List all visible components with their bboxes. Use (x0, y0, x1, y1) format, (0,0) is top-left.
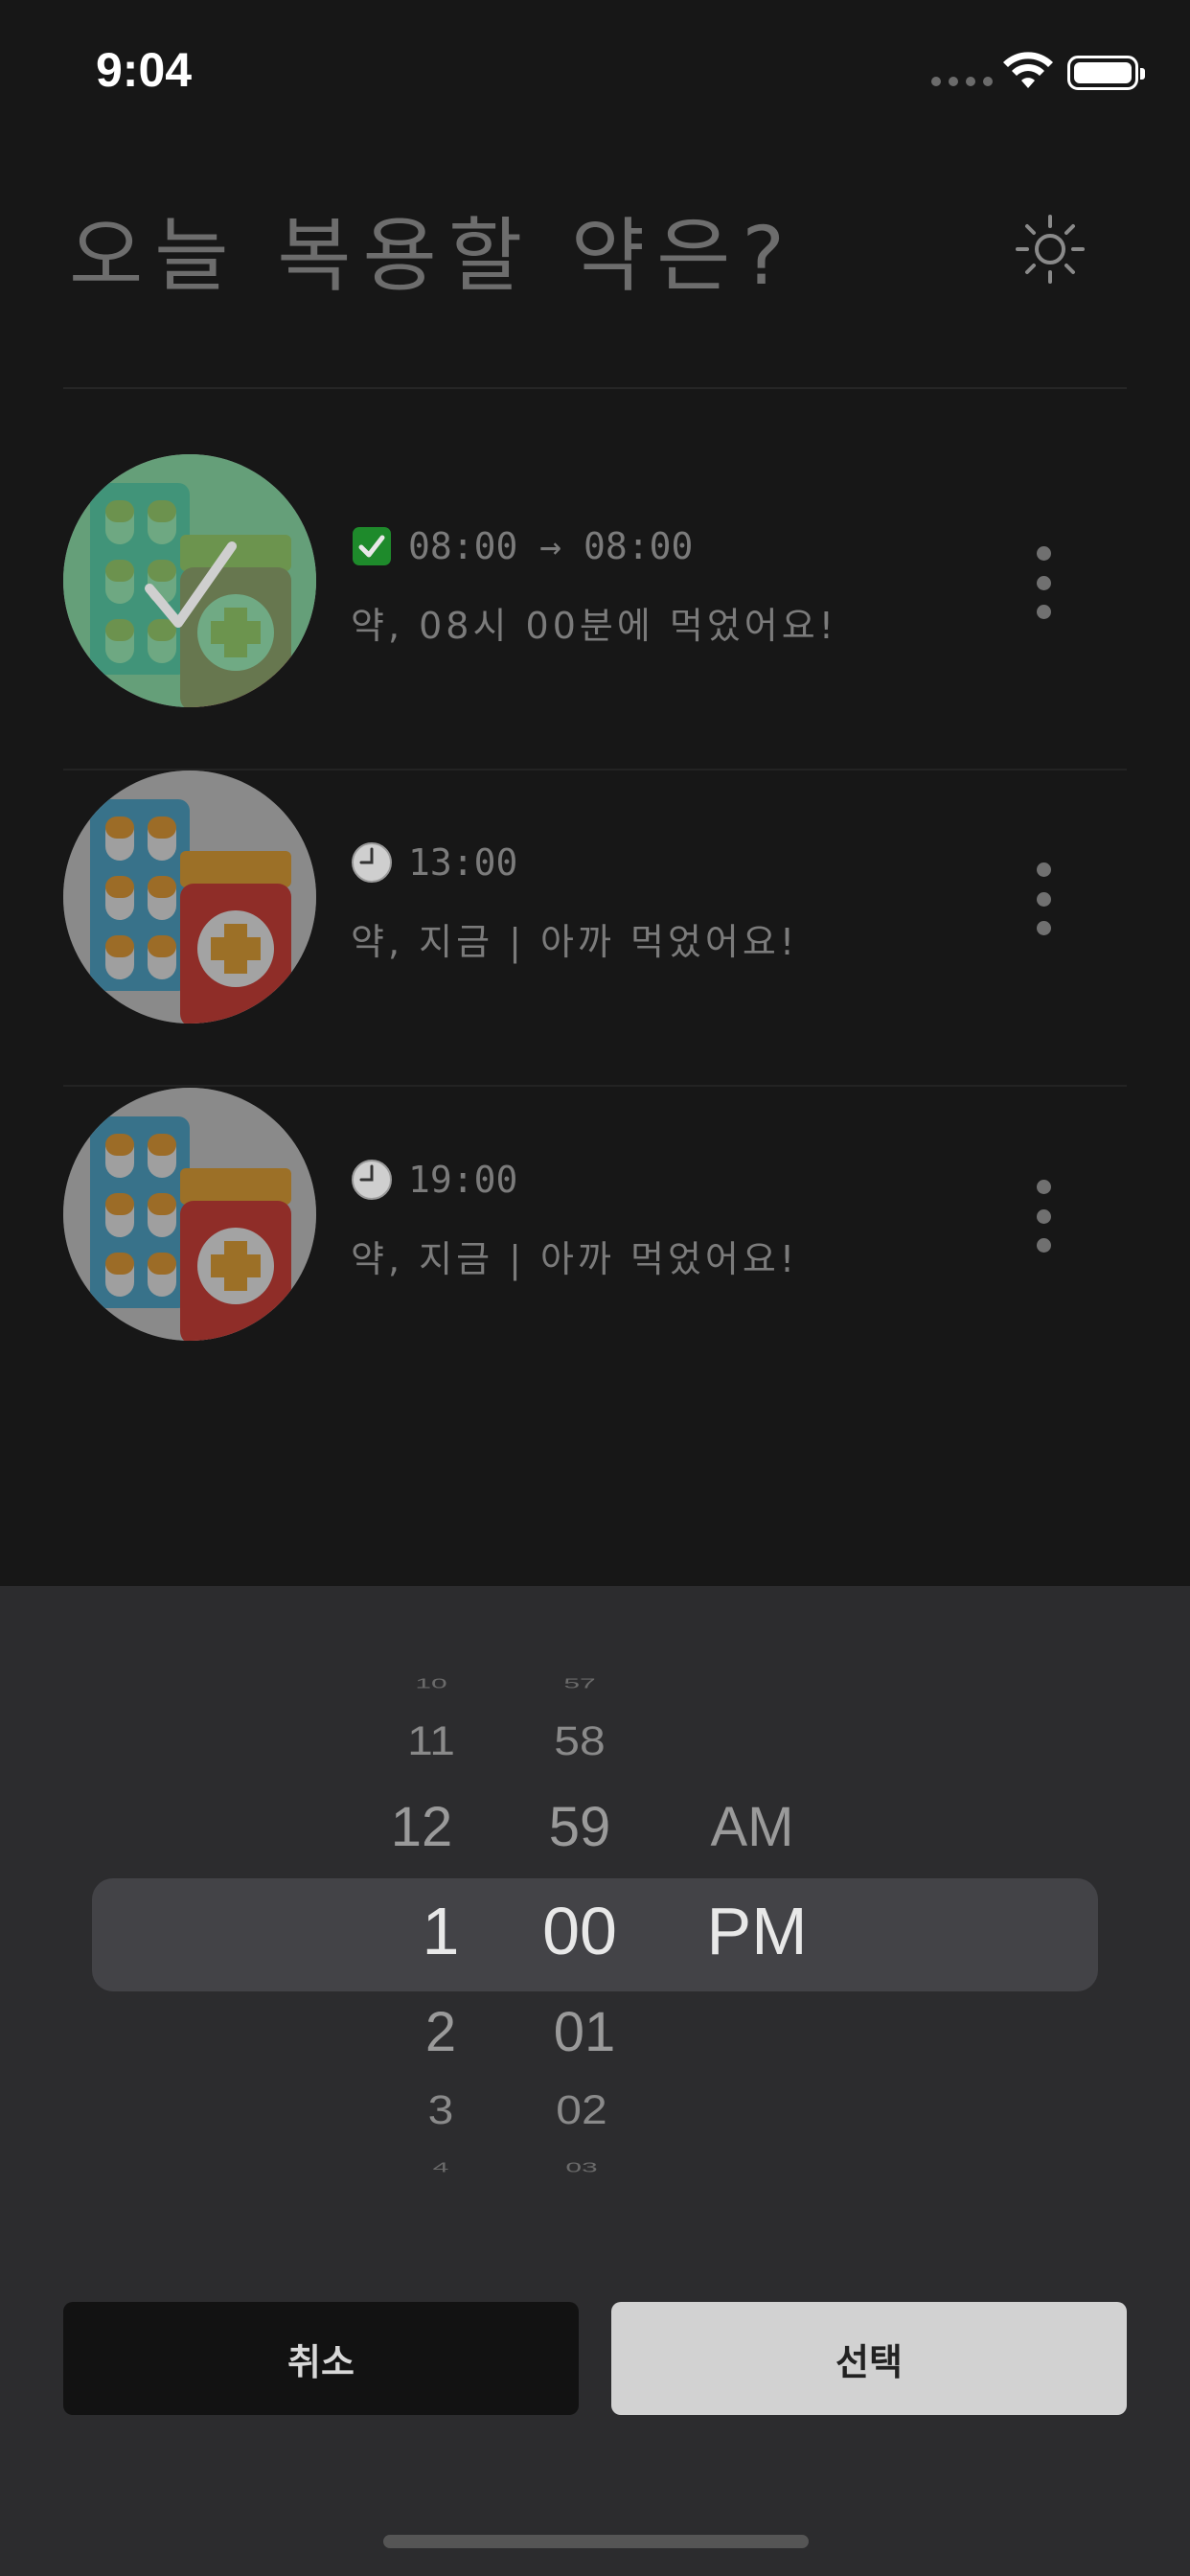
select-button[interactable]: 선택 (611, 2302, 1127, 2415)
hour-option[interactable]: 4 (383, 2160, 498, 2176)
hour-option[interactable]: 2 (383, 2000, 498, 2064)
battery-icon (1067, 56, 1145, 90)
medication-row[interactable]: 08:00 → 08:00 약, 08시 00분에 먹었어요! (63, 454, 1127, 770)
dose-message: 약, 지금 | 아까 먹었어요! (351, 921, 799, 963)
minute-option[interactable]: 03 (524, 2160, 639, 2176)
medication-row[interactable]: 19:00 약, 지금 | 아까 먹었어요! (63, 1088, 1127, 1404)
time-picker[interactable]: 10 11 12 1 2 3 4 57 58 59 00 01 02 03 AM… (0, 1586, 1190, 2199)
period-option-selected[interactable]: PM (695, 1893, 819, 1969)
medicine-avatar-icon (63, 770, 316, 1024)
minute-option[interactable]: 59 (522, 1795, 637, 1859)
minute-option-selected[interactable]: 00 (522, 1893, 637, 1969)
medication-row[interactable]: 13:00 약, 지금 | 아까 먹었어요! (63, 770, 1127, 1087)
home-indicator[interactable] (383, 2535, 809, 2548)
dose-message: 약, 08시 00분에 먹었어요! (351, 605, 837, 647)
hour-option-selected[interactable]: 1 (383, 1893, 498, 1969)
medicine-avatar-icon (63, 1088, 316, 1341)
medicine-avatar-icon (63, 454, 316, 707)
check-box-icon (353, 527, 391, 565)
more-options-icon[interactable] (1029, 862, 1058, 935)
row-divider (63, 1085, 1127, 1087)
sun-icon[interactable] (1014, 213, 1087, 286)
cellular-signal-icon (931, 77, 993, 86)
dose-time: 19:00 (351, 1159, 517, 1201)
more-options-icon[interactable] (1029, 546, 1058, 619)
status-bar: 9:04 (0, 0, 1190, 144)
minute-option[interactable]: 57 (522, 1676, 637, 1692)
hour-option[interactable]: 12 (364, 1795, 479, 1859)
more-options-icon[interactable] (1029, 1180, 1058, 1253)
hour-option[interactable]: 10 (374, 1676, 489, 1692)
page-title: 오늘 복용할 약은? (69, 209, 796, 303)
status-time: 9:04 (96, 43, 193, 97)
dose-time-text: 19:00 (408, 1159, 518, 1201)
clock-icon (352, 842, 392, 883)
clock-icon (352, 1160, 392, 1200)
dose-time: 13:00 (351, 841, 517, 884)
period-option[interactable]: AM (690, 1795, 814, 1859)
dose-time-text: 13:00 (408, 841, 518, 884)
wifi-icon (1003, 52, 1053, 88)
minute-option[interactable]: 58 (522, 1718, 637, 1764)
hour-option[interactable]: 3 (383, 2087, 498, 2133)
dose-time-text: 08:00 → 08:00 (408, 525, 694, 567)
minute-option[interactable]: 01 (527, 2000, 642, 2064)
time-picker-sheet: 10 11 12 1 2 3 4 57 58 59 00 01 02 03 AM… (0, 1586, 1190, 2576)
cancel-button[interactable]: 취소 (63, 2302, 579, 2415)
dose-message: 약, 지금 | 아까 먹었어요! (351, 1238, 799, 1280)
minute-option[interactable]: 02 (524, 2087, 639, 2133)
title-divider (63, 387, 1127, 389)
dose-time: 08:00 → 08:00 (351, 525, 693, 567)
hour-option[interactable]: 11 (374, 1718, 489, 1764)
